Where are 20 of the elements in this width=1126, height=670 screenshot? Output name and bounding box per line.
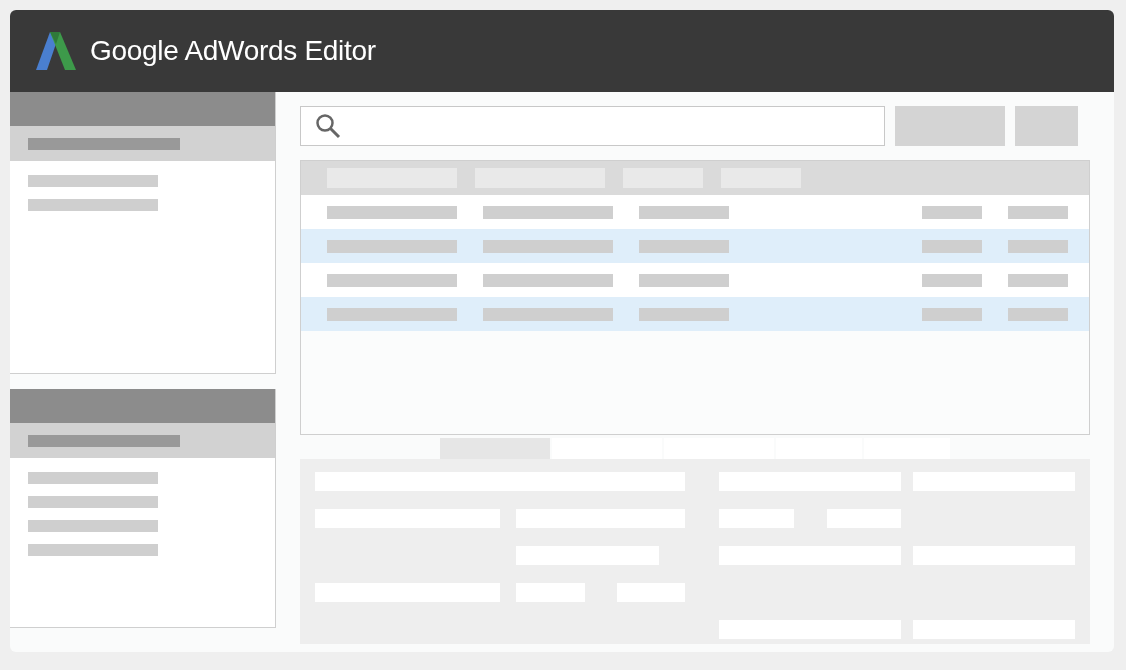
search-icon [315,113,341,139]
toolbar-button[interactable] [895,106,1005,146]
placeholder-bar [922,239,982,253]
placeholder-bar [1008,307,1068,321]
table-row[interactable] [301,297,1089,331]
placeholder-bar [1008,205,1068,219]
app-title: Google AdWords Editor [90,35,376,67]
table-row[interactable] [301,229,1089,263]
placeholder-bar [922,307,982,321]
table-row[interactable] [301,195,1089,229]
placeholder-bar [1008,239,1068,253]
logo-icon [36,32,76,70]
table-row[interactable] [301,263,1089,297]
sidebar-item[interactable] [10,126,275,161]
sidebar-item[interactable] [10,423,275,458]
placeholder-bar [1008,273,1068,287]
placeholder-bar [922,205,982,219]
toolbar-button[interactable] [1015,106,1078,146]
search-field[interactable] [300,106,885,146]
placeholder-bar [922,273,982,287]
